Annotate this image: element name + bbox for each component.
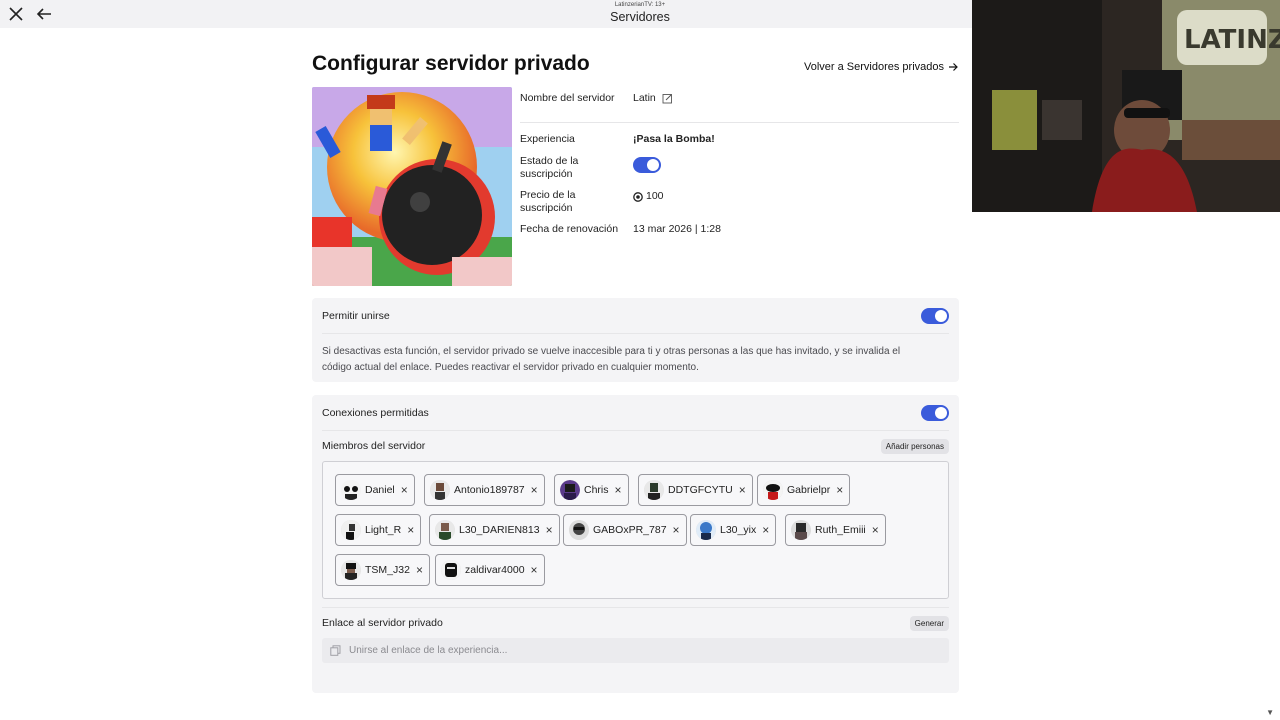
member-name: GABOxPR_787 [593,524,667,536]
member-chip: DDTGFCYTU × [638,474,753,506]
remove-icon[interactable]: × [546,523,553,537]
avatar [430,480,450,500]
remove-icon[interactable]: × [739,483,746,497]
members-list: Daniel × Antonio189787 × Chris × DDTGFCY… [322,461,949,599]
member-chip: zaldivar4000 × [435,554,545,586]
add-people-button[interactable]: Añadir personas [880,438,949,454]
subscription-state-toggle[interactable] [633,157,661,173]
avatar [763,480,783,500]
subscription-state-label-line2: suscripción [520,168,573,180]
member-name: Chris [584,484,609,496]
members-label: Miembros del servidor [322,440,426,452]
svg-text:LATINZ: LATINZ [1184,25,1280,55]
subscription-price-label-line2: suscripción [520,202,573,214]
remove-icon[interactable]: × [872,523,879,537]
member-name: L30_yix [720,524,757,536]
experience-value[interactable]: ¡Pasa la Bomba! [633,133,715,146]
remove-icon[interactable]: × [673,523,680,537]
robux-icon [633,191,643,202]
allow-join-description: Si desactivas esta función, el servidor … [312,334,959,376]
remove-icon[interactable]: × [531,563,538,577]
private-link-field[interactable]: Unirse al enlace de la experiencia... [322,638,949,663]
remove-icon[interactable]: × [401,483,408,497]
allow-join-description-line2: código actual del enlace. Puedes reactiv… [322,362,699,373]
renewal-value: 13 mar 2026 | 1:28 [633,223,721,235]
top-bar: LatinzerianTV: 13+ Servidores [0,0,972,28]
subscription-price-label-line1: Precio de la [520,189,576,201]
member-name: Antonio189787 [454,484,525,496]
back-link-label: Volver a Servidores privados [803,61,944,73]
avatar [696,520,716,540]
member-name: Daniel [365,484,395,496]
avatar [560,480,580,500]
page-title: Configurar servidor privado [312,52,590,75]
avatar [569,520,589,540]
server-name-value: Latin [633,92,656,104]
experience-thumbnail [312,87,512,286]
remove-icon[interactable]: × [407,523,414,537]
avatar [341,560,361,580]
avatar [435,520,455,540]
allow-join-description-line1: Si desactivas esta función, el servidor … [322,346,901,357]
connections-toggle[interactable] [921,404,949,421]
member-chip: L30_yix × [690,514,777,546]
member-chip: Chris × [554,474,629,506]
member-name: Light_R [365,524,402,536]
scroll-down-icon[interactable]: ▼ [1266,708,1274,717]
avatar [441,560,461,580]
member-chip: L30_DARIEN813 × [429,514,560,546]
member-name: zaldivar4000 [465,564,525,576]
avatar [341,520,361,540]
copy-icon[interactable] [330,645,341,656]
members-card: Conexiones permitidas Miembros del servi… [312,395,959,693]
private-link-placeholder: Unirse al enlace de la experiencia... [349,645,508,656]
back-to-private-servers-link[interactable]: Volver a Servidores privados [804,61,958,73]
avatar [791,520,811,540]
arrow-right-icon [949,63,958,71]
member-chip: Antonio189787 × [424,474,545,506]
edit-icon[interactable] [662,93,673,104]
allow-join-toggle[interactable] [921,307,949,324]
avatar [644,480,664,500]
connections-label: Conexiones permitidas [322,406,429,419]
remove-icon[interactable]: × [531,483,538,497]
remove-icon[interactable]: × [615,483,622,497]
divider [520,122,959,123]
renewal-label: Fecha de renovación [520,223,619,235]
generate-button[interactable]: Generar [909,615,949,631]
subscription-state-label-line1: Estado de la [520,155,579,167]
private-link-label: Enlace al servidor privado [322,617,443,629]
server-info: Nombre del servidor Latin Experiencia ¡P… [520,92,959,237]
member-chip: Daniel × [335,474,415,506]
member-chip: GABOxPR_787 × [563,514,687,546]
allow-join-card: Permitir unirse Si desactivas esta funci… [312,298,959,382]
remove-icon[interactable]: × [836,483,843,497]
member-chip: TSM_J32 × [335,554,430,586]
subscription-price-value: 100 [646,190,664,202]
member-name: TSM_J32 [365,564,410,576]
subscription-price-label: Precio de la suscripción [520,189,633,215]
member-chip: Gabrielpr × [757,474,851,506]
allow-join-label: Permitir unirse [322,309,390,322]
member-name: Gabrielpr [787,484,831,496]
member-chip: Light_R × [335,514,422,546]
experience-label: Experiencia [520,133,575,145]
subscription-state-label: Estado de la suscripción [520,155,633,181]
webcam-image: LATINZ [972,0,1280,212]
member-chip: Ruth_Emiii × [785,514,886,546]
remove-icon[interactable]: × [762,523,769,537]
member-name: Ruth_Emiii [815,524,866,536]
server-name-label: Nombre del servidor [520,92,615,104]
member-name: L30_DARIEN813 [459,524,540,536]
webcam-overlay: LATINZ [972,0,1280,212]
member-name: DDTGFCYTU [668,484,733,496]
remove-icon[interactable]: × [416,563,423,577]
avatar [341,480,361,500]
